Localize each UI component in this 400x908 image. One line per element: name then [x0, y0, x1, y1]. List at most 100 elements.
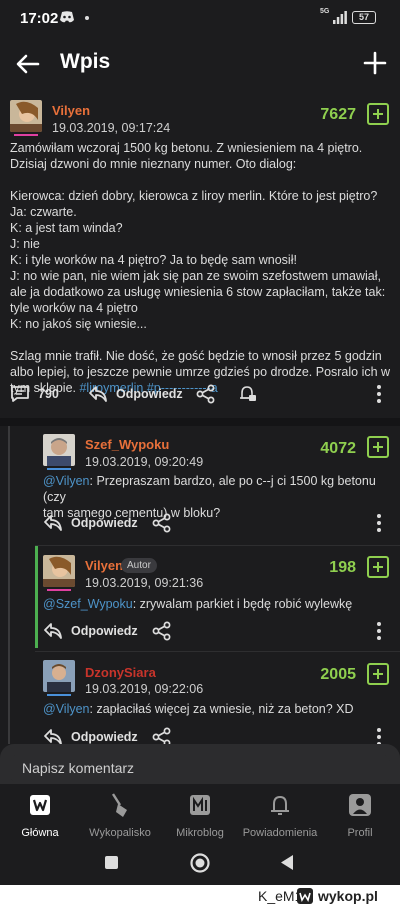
share-icon[interactable] — [152, 513, 172, 533]
recent-apps-icon[interactable] — [105, 856, 118, 869]
post-line: albo lepiej, to jeszcze pewnie umrze gdz… — [10, 365, 391, 379]
divider — [35, 545, 400, 546]
post-votes: 7627 — [320, 106, 356, 123]
signal-icon — [333, 11, 347, 24]
reply-label: Odpowiedz — [71, 516, 138, 530]
avatar[interactable] — [10, 100, 42, 132]
status-time: 17:02 — [20, 10, 59, 27]
comment-date: 19.03.2019, 09:21:36 — [85, 576, 204, 590]
nav-powiadomienia[interactable]: Powiadomienia — [240, 790, 320, 839]
bottom-navigation: Główna Wykopalisko Mikroblog Powiadomien… — [0, 784, 400, 840]
post-line: Szlag mnie trafił. Nie dość, że gość będ… — [10, 349, 382, 363]
nav-label: Wykopalisko — [89, 827, 151, 839]
reply-button[interactable]: Odpowiedz — [88, 385, 183, 403]
nav-label: Powiadomienia — [242, 827, 318, 839]
comment-text: : zapłaciłaś więcej za wniesie, niż za b… — [89, 702, 354, 716]
share-icon[interactable] — [152, 621, 172, 641]
reply-icon — [44, 515, 62, 531]
comment-votes: 4072 — [320, 440, 356, 457]
post-line: Dzisiaj dzwoni do mnie nieznany numer. O… — [10, 157, 297, 171]
post-line — [10, 332, 395, 348]
watermark: K_eM1 z wykop.pl — [0, 885, 400, 908]
avatar[interactable] — [43, 660, 75, 692]
comment-input[interactable]: Napisz komentarz — [10, 754, 390, 784]
wykop-logo-icon — [297, 888, 313, 904]
mention-link[interactable]: @Vilyen — [43, 474, 90, 488]
profile-icon — [349, 794, 371, 816]
nav-label: Mikroblog — [176, 827, 224, 839]
mention-link[interactable]: @Vilyen — [43, 702, 90, 716]
battery-icon: 57 — [352, 11, 376, 24]
system-navigation — [0, 840, 400, 885]
home-icon[interactable] — [189, 852, 211, 874]
post-line: tyle worków na 4 piętro — [10, 301, 138, 315]
mikroblog-icon — [190, 795, 210, 815]
app-screen: 17:02 5G 57 Wpis Vilyen 19.03.2019, 09:1… — [0, 0, 400, 885]
comment-author[interactable]: DzonySiara — [85, 665, 156, 680]
comment-date: 19.03.2019, 09:22:06 — [85, 682, 204, 696]
reply-icon — [44, 623, 62, 639]
comment-votes: 198 — [329, 559, 356, 576]
reply-button[interactable]: Odpowiedz — [43, 622, 138, 640]
divider — [35, 651, 400, 652]
post-line: K: no jakoś się wniesie... — [10, 317, 147, 331]
comment-date: 19.03.2019, 09:20:49 — [85, 455, 204, 469]
comment-author[interactable]: Szef_Wypoku — [85, 437, 169, 452]
reply-label: Odpowiedz — [71, 624, 138, 638]
nav-mikroblog[interactable]: Mikroblog — [160, 790, 240, 839]
arrow-left-icon[interactable] — [14, 50, 42, 78]
nav-glowna[interactable]: Główna — [0, 790, 80, 839]
plus-icon[interactable] — [362, 50, 388, 76]
notification-dot — [85, 16, 89, 20]
gender-bar — [47, 589, 71, 591]
page-title: Wpis — [60, 50, 111, 73]
watermark-site: wykop.pl — [318, 888, 378, 904]
comments-count-button[interactable]: 790 — [10, 385, 59, 403]
divider — [0, 418, 400, 426]
nav-wykopalisko[interactable]: Wykopalisko — [80, 790, 160, 839]
post-line: Kierowca: dzień dobry, kierowca z liroy … — [10, 189, 378, 203]
nav-label: Główna — [21, 827, 59, 839]
comments-count: 790 — [38, 387, 59, 401]
comment-composer: Napisz komentarz — [0, 744, 400, 784]
post-author[interactable]: Vilyen — [52, 103, 90, 118]
comment-author[interactable]: Vilyen — [85, 558, 123, 573]
post-line: J: no wie pan, nie wiem jak się pan ze s… — [10, 269, 381, 283]
upvote-button[interactable] — [367, 436, 389, 458]
more-options-icon[interactable] — [376, 385, 382, 403]
comment-body: @Szef_Wypoku: zrywalam parkiet i będę ro… — [43, 596, 393, 612]
upvote-button[interactable] — [367, 663, 389, 685]
gender-bar — [14, 134, 38, 136]
post-line: ale ja dodatkowo za usługę wniesienia 6 … — [10, 285, 386, 299]
bell-lock-icon[interactable] — [238, 384, 258, 404]
post-body: Zamówiłam wczoraj 1500 kg betonu. Z wnie… — [10, 140, 395, 396]
post-line: J: nie — [10, 237, 40, 251]
more-options-icon[interactable] — [376, 514, 382, 532]
share-icon[interactable] — [196, 384, 216, 404]
comment-body: @Vilyen: zapłaciłaś więcej za wniesie, n… — [43, 701, 393, 717]
post-date: 19.03.2019, 09:17:24 — [52, 121, 171, 135]
home-logo-icon — [30, 795, 50, 815]
back-triangle-icon[interactable] — [279, 854, 295, 871]
post-line: K: a jest tam winda? — [10, 221, 123, 235]
author-badge: Autor — [121, 558, 157, 573]
comment-text: : zrywalam parkiet i będę robić wylewkę — [132, 597, 353, 611]
post-line: Ja: czwarte. — [10, 205, 77, 219]
app-bar: Wpis — [0, 36, 400, 92]
reply-icon — [89, 386, 107, 402]
shovel-icon — [111, 793, 127, 817]
upvote-button[interactable] — [367, 103, 389, 125]
upvote-button[interactable] — [367, 556, 389, 578]
nav-profil[interactable]: Profil — [320, 790, 400, 839]
thread-line — [8, 426, 10, 744]
avatar[interactable] — [43, 434, 75, 466]
reply-button[interactable]: Odpowiedz — [43, 514, 138, 532]
nav-label: Profil — [347, 827, 373, 839]
post-line: Zamówiłam wczoraj 1500 kg betonu. Z wnie… — [10, 141, 363, 155]
avatar[interactable] — [43, 555, 75, 587]
more-options-icon[interactable] — [376, 622, 382, 640]
author-highlight-bar — [35, 546, 38, 648]
comment-votes: 2005 — [320, 666, 356, 683]
mention-link[interactable]: @Szef_Wypoku — [43, 597, 133, 611]
comment-line: @Vilyen: zapłaciłaś więcej za wniesie, n… — [43, 701, 393, 717]
